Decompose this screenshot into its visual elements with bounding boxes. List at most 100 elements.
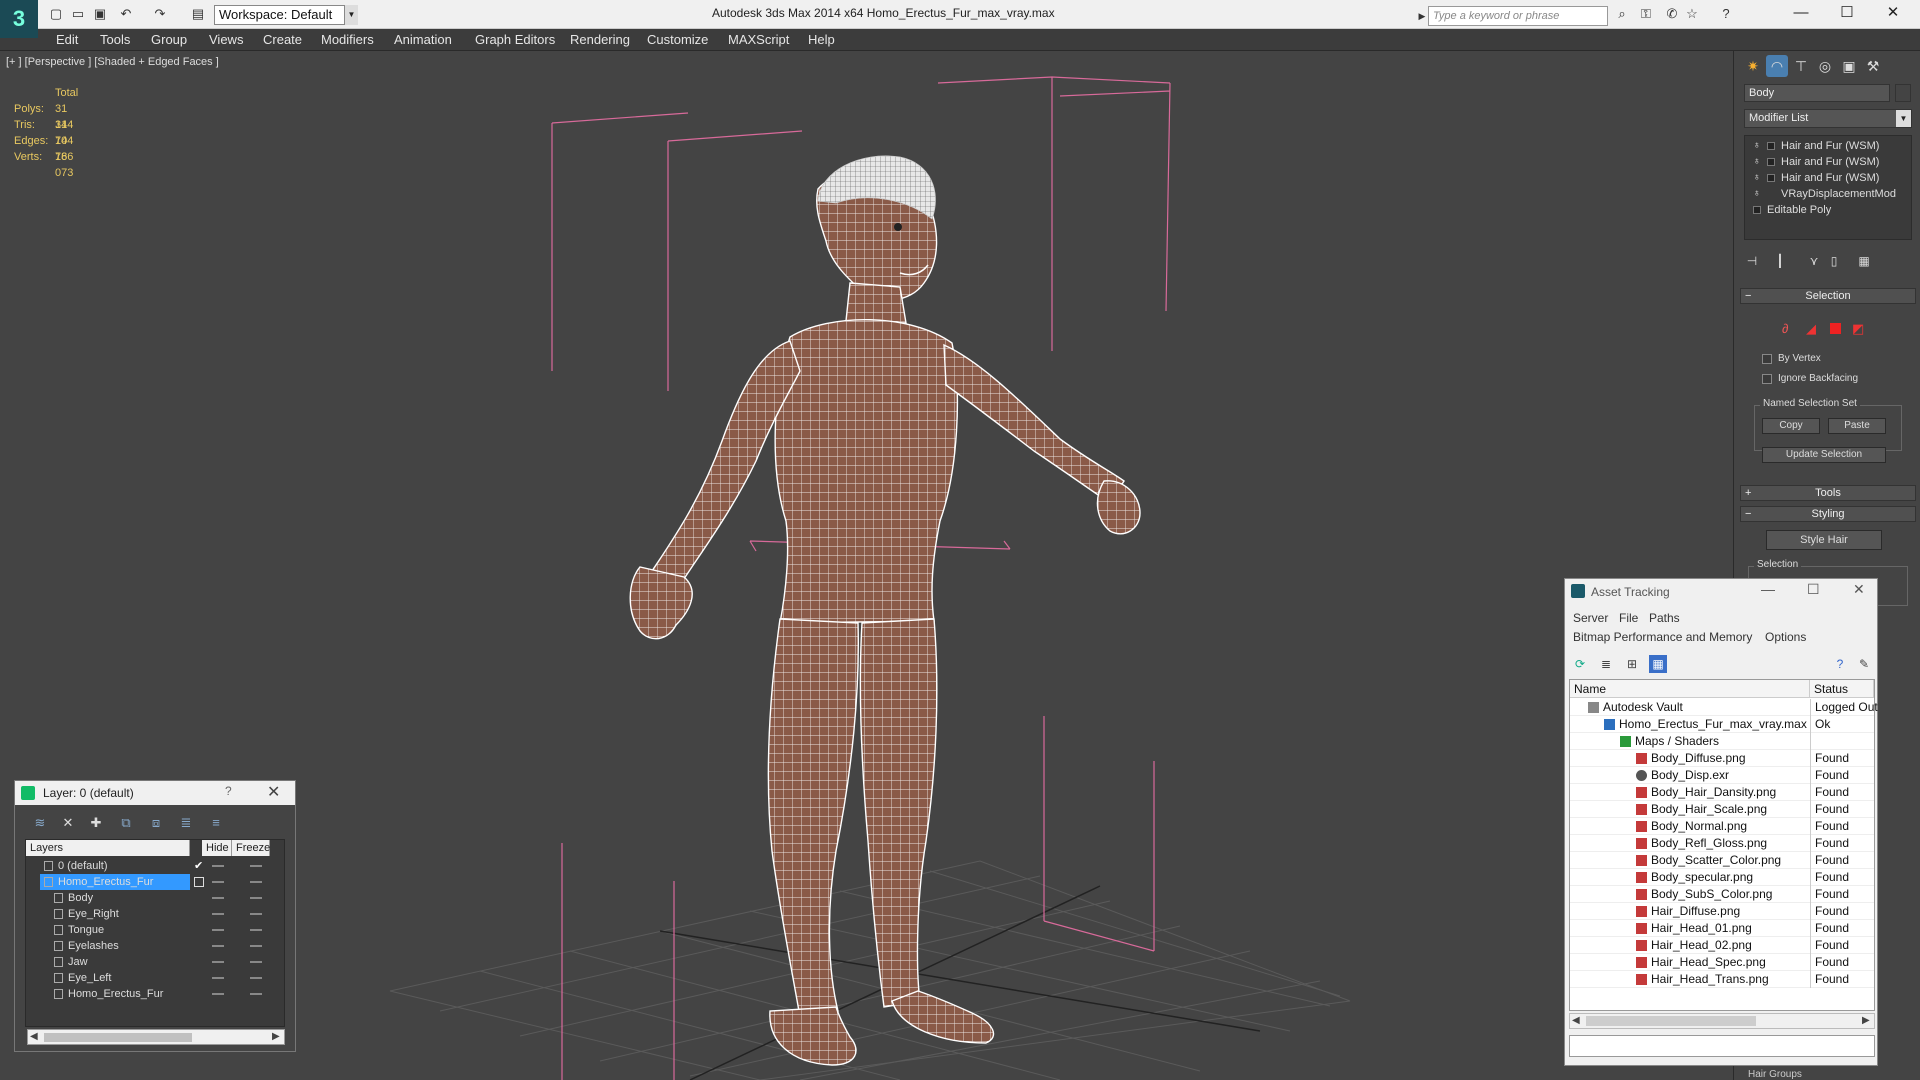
asset-row[interactable]: Hair_Head_01.png Found	[1570, 920, 1874, 937]
lightbulb-icon[interactable]: ♁	[1753, 140, 1763, 152]
search-input[interactable]: Type a keyword or phrase	[1428, 6, 1608, 26]
segment-icon[interactable]	[1830, 323, 1841, 334]
tree-view-icon[interactable]: ⊞	[1623, 655, 1641, 673]
communication-icon[interactable]: ✆	[1664, 6, 1680, 22]
hierarchy-tab-icon[interactable]: ⊤	[1790, 55, 1812, 77]
chevron-down-icon[interactable]: ▼	[1896, 110, 1911, 127]
motion-tab-icon[interactable]: ◎	[1814, 55, 1836, 77]
project-folder-icon[interactable]: ▤	[190, 6, 206, 22]
create-tab-icon[interactable]: ✷	[1742, 55, 1764, 77]
stack-item[interactable]: ♁ Hair and Fur (WSM)	[1745, 154, 1911, 170]
checkmark-icon[interactable]: ✔	[194, 858, 203, 874]
asset-dialog-title[interactable]: Asset Tracking	[1591, 585, 1670, 599]
layer-row[interactable]: Homo_Erectus_Fur	[26, 874, 284, 890]
current-layer-box[interactable]	[194, 877, 204, 887]
asset-row[interactable]: Autodesk Vault Logged Out	[1570, 699, 1878, 716]
stack-item[interactable]: ♁ VRayDisplacementMod	[1745, 186, 1911, 202]
redo-icon[interactable]: ↷	[152, 6, 168, 22]
chevron-down-icon[interactable]: ▼	[344, 5, 358, 25]
hide-toggle[interactable]	[212, 913, 224, 915]
asset-row[interactable]: Body_Refl_Gloss.png Found	[1570, 835, 1874, 852]
stack-item[interactable]: Editable Poly	[1745, 202, 1911, 218]
layer-row[interactable]: Tongue	[26, 922, 284, 938]
layer-row[interactable]: 0 (default) ✔	[26, 858, 284, 874]
utilities-tab-icon[interactable]: ⚒	[1862, 55, 1884, 77]
ignore-backfacing-checkbox[interactable]	[1762, 374, 1772, 384]
hair-root-icon[interactable]: ◢	[1806, 321, 1816, 337]
asset-row[interactable]: Maps / Shaders	[1570, 733, 1874, 750]
stack-item[interactable]: ♁ Hair and Fur (WSM)	[1745, 138, 1911, 154]
scroll-left-icon[interactable]: ◀	[1572, 1015, 1580, 1026]
menu-file[interactable]: File	[1619, 611, 1638, 625]
select-objects-icon[interactable]: ⧉	[117, 814, 135, 832]
pin-stack-icon[interactable]: ⊣	[1742, 251, 1762, 271]
menu-group[interactable]: Group	[151, 29, 187, 51]
scroll-right-icon[interactable]: ▶	[272, 1031, 280, 1042]
highlight-icon[interactable]: ✎	[1855, 655, 1873, 673]
menu-tools[interactable]: Tools	[100, 29, 130, 51]
asset-row[interactable]: Body_Normal.png Found	[1570, 818, 1874, 835]
menu-animation[interactable]: Animation	[394, 29, 452, 51]
stack-item[interactable]: ♁ Hair and Fur (WSM)	[1745, 170, 1911, 186]
hide-toggle[interactable]	[212, 865, 224, 867]
freeze-toggle[interactable]	[250, 929, 262, 931]
help-icon[interactable]: ?	[1831, 655, 1849, 673]
menu-help[interactable]: Help	[808, 29, 835, 51]
asset-row[interactable]: Body_SubS_Color.png Found	[1570, 886, 1874, 903]
save-file-icon[interactable]: ▣	[92, 6, 108, 22]
strand-icon[interactable]: ◩	[1852, 321, 1864, 337]
menu-rendering[interactable]: Rendering	[570, 29, 630, 51]
asset-row[interactable]: Hair_Head_02.png Found	[1570, 937, 1874, 954]
freeze-toggle[interactable]	[250, 977, 262, 979]
tools-rollout-header[interactable]: + Tools	[1740, 485, 1916, 501]
open-file-icon[interactable]: ▭	[70, 6, 86, 22]
freeze-toggle[interactable]	[250, 865, 262, 867]
horizontal-scrollbar[interactable]: ◀ ▶	[1569, 1013, 1875, 1029]
expand-icon[interactable]	[1753, 206, 1761, 214]
freeze-column-header[interactable]: Freeze	[232, 840, 270, 856]
status-column-header[interactable]: Status	[1810, 680, 1874, 698]
asset-row[interactable]: Hair_Head_Trans.png Found	[1570, 971, 1874, 988]
new-file-icon[interactable]: ▢	[48, 6, 64, 22]
favorites-icon[interactable]: ☆	[1684, 6, 1700, 22]
layers-column-header[interactable]: Layers	[26, 840, 190, 856]
scrollbar-thumb[interactable]	[44, 1033, 192, 1042]
layer-row[interactable]: Eye_Right	[26, 906, 284, 922]
menu-options[interactable]: Options	[1765, 630, 1806, 644]
layer-row[interactable]: Jaw	[26, 954, 284, 970]
show-end-result-icon[interactable]: ┃	[1770, 251, 1790, 271]
maximize-button[interactable]: ☐	[1807, 581, 1820, 598]
selection-rollout-header[interactable]: − Selection	[1740, 288, 1916, 304]
hide-toggle[interactable]	[212, 881, 224, 883]
help-icon[interactable]: ?	[225, 784, 232, 798]
binoculars-icon[interactable]: ⌕	[1614, 6, 1630, 22]
freeze-toggle[interactable]	[250, 881, 262, 883]
asset-row[interactable]: Hair_Diffuse.png Found	[1570, 903, 1874, 920]
app-menu-button[interactable]: 3	[0, 0, 38, 38]
make-unique-icon[interactable]: ⋎	[1804, 251, 1824, 271]
configure-sets-icon[interactable]: ▦	[1854, 251, 1874, 271]
expand-icon[interactable]	[1767, 142, 1775, 150]
menu-views[interactable]: Views	[209, 29, 243, 51]
paste-button[interactable]: Paste	[1828, 418, 1886, 434]
undo-icon[interactable]: ↶	[118, 6, 134, 22]
delete-layer-icon[interactable]: ✕	[59, 814, 77, 832]
table-view-icon[interactable]: ▦	[1649, 655, 1667, 673]
asset-row[interactable]: Body_Diffuse.png Found	[1570, 750, 1874, 767]
by-vertex-checkbox[interactable]	[1762, 354, 1772, 364]
display-tab-icon[interactable]: ▣	[1838, 55, 1860, 77]
hide-all-icon[interactable]: ≣	[177, 814, 195, 832]
subscription-icon[interactable]: ⚿	[1638, 6, 1654, 22]
object-color-swatch[interactable]	[1895, 84, 1911, 102]
help-icon[interactable]: ?	[1718, 6, 1734, 22]
asset-row[interactable]: Body_Hair_Scale.png Found	[1570, 801, 1874, 818]
layer-row[interactable]: Homo_Erectus_Fur	[26, 986, 284, 1002]
lightbulb-icon[interactable]: ♁	[1753, 188, 1763, 200]
menu-graph-editors[interactable]: Graph Editors	[475, 29, 555, 51]
object-name-field[interactable]: Body	[1744, 84, 1890, 102]
asset-row[interactable]: Body_specular.png Found	[1570, 869, 1874, 886]
scroll-right-icon[interactable]: ▶	[1862, 1015, 1870, 1026]
close-icon[interactable]: ✕	[267, 782, 280, 802]
menu-paths[interactable]: Paths	[1649, 611, 1680, 625]
add-to-layer-icon[interactable]: ✚	[87, 814, 105, 832]
